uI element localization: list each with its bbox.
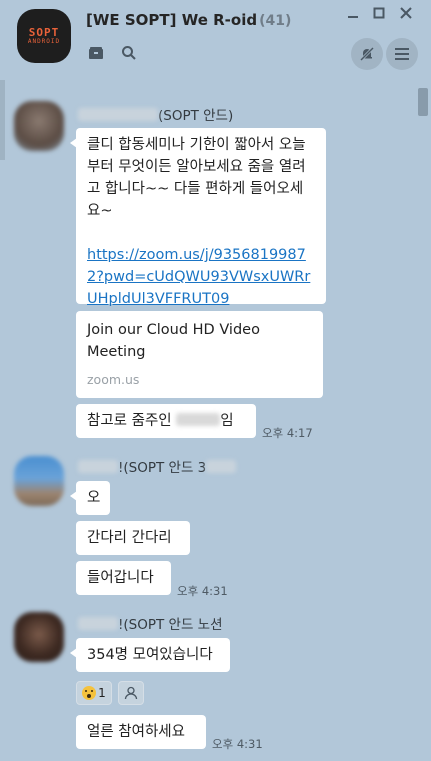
message-bubble[interactable]: 들어갑니다 [76,561,171,595]
link-preview-title: Join our Cloud HD Video Meeting [87,322,260,360]
blurred-name [78,460,118,473]
close-icon[interactable] [396,4,416,22]
add-reaction-button[interactable] [118,681,144,705]
link-preview-domain: zoom.us [87,372,140,387]
link-preview-card[interactable]: Join our Cloud HD Video Meeting zoom.us [76,311,323,398]
blurred-name [78,108,158,121]
sender-name: (SOPT 안드) [78,104,233,124]
message-text: 오 [87,490,101,506]
message-timestamp: 오후 4:31 [177,584,228,598]
search-icon[interactable] [120,44,138,62]
member-count[interactable]: (41) [259,13,291,29]
unread-divider-bar [0,80,5,160]
scrollbar-thumb[interactable] [418,88,428,116]
message-link[interactable]: https://zoom.us/j/93568199872?pwd=cUdQWU… [87,247,310,307]
person-icon [124,686,138,700]
chatroom-profile-image[interactable]: SOPT ANDROID [17,9,71,63]
message-bubble[interactable]: 얼른 참여하세요 [76,715,206,749]
reaction-count: 1 [98,686,106,700]
blurred-name [78,617,118,630]
app-icon-text: SOPT [28,25,60,39]
message-timestamp: 오후 4:31 [212,737,263,751]
message-bubble[interactable]: 간다리 간다리 [76,521,190,555]
reaction-chip[interactable]: 1 [76,681,112,705]
message-bubble[interactable]: 354명 모여있습니다 [70,638,230,672]
app-icon-subtext: ANDROID [27,37,61,45]
chatroom-name: [WE SOPT] We R-oid [86,11,258,29]
maximize-icon[interactable] [369,4,389,22]
blurred-name [176,413,221,426]
message-text: 얼른 참여하세요 [87,724,185,740]
sender-name: !(SOPT 안드 3 [78,456,237,476]
message-timestamp: 오후 4:17 [262,426,313,440]
avatar[interactable] [14,456,64,506]
avatar[interactable] [14,101,64,151]
chatroom-title: [WE SOPT] We R-oid (41) [86,11,291,29]
message-text: 들어갑니다 [87,570,154,586]
message-bubble[interactable]: 참고로 줌주인 임 [76,404,256,438]
message-text: 참고로 줌주인 [87,413,172,429]
message-text: 클디 합동세미나 기한이 짧아서 오늘부터 무엇이든 알아보세요 줌을 열려고 … [87,137,306,219]
message-text: 임 [220,413,234,429]
message-bubble[interactable]: 클디 합동세미나 기한이 짧아서 오늘부터 무엇이든 알아보세요 줌을 열려고 … [70,128,326,307]
minimize-icon[interactable] [343,4,363,22]
message-text: 간다리 간다리 [87,530,172,546]
surprised-emoji-icon [82,686,97,700]
avatar[interactable] [14,612,64,662]
folder-icon[interactable] [87,44,105,62]
message-bubble[interactable]: 오 [70,481,110,515]
chat-header: SOPT ANDROID [WE SOPT] We R-oid (41) [0,0,431,75]
message-text: 354명 모여있습니다 [87,647,213,663]
blurred-name [206,460,237,473]
sender-name: !(SOPT 안드 노션 [78,613,223,633]
chat-scrollbar[interactable] [415,80,431,761]
notifications-off-icon[interactable] [351,38,383,70]
menu-icon[interactable] [386,38,418,70]
